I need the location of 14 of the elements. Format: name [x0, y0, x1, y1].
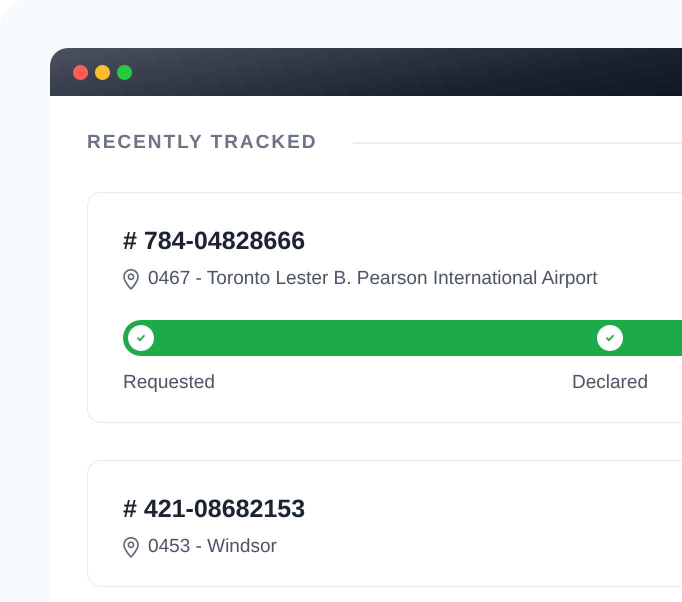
tracking-number: # 421-08682153 — [123, 495, 306, 524]
shipment-card[interactable]: # 421-08682153 0453 - Windsor — [87, 460, 682, 587]
shipment-card[interactable]: # 784-04828666 0467 - Toronto Lester B. Pearson International Airport Requested Declared — [87, 192, 682, 423]
step-label: Declared — [570, 372, 650, 394]
section-heading: RECENTLY TRACKED — [87, 132, 318, 154]
tracking-number: # 784-04828666 — [123, 227, 306, 256]
step-label: Requested — [123, 372, 216, 394]
maximize-button[interactable] — [117, 64, 132, 80]
location-pin-icon — [123, 268, 139, 290]
minimize-button[interactable] — [95, 64, 110, 80]
close-button[interactable] — [73, 64, 88, 80]
location-text: 0467 - Toronto Lester B. Pearson International Airport — [148, 268, 598, 290]
location-text: 0453 - Windsor — [148, 536, 277, 558]
location-pin-icon — [123, 536, 139, 558]
